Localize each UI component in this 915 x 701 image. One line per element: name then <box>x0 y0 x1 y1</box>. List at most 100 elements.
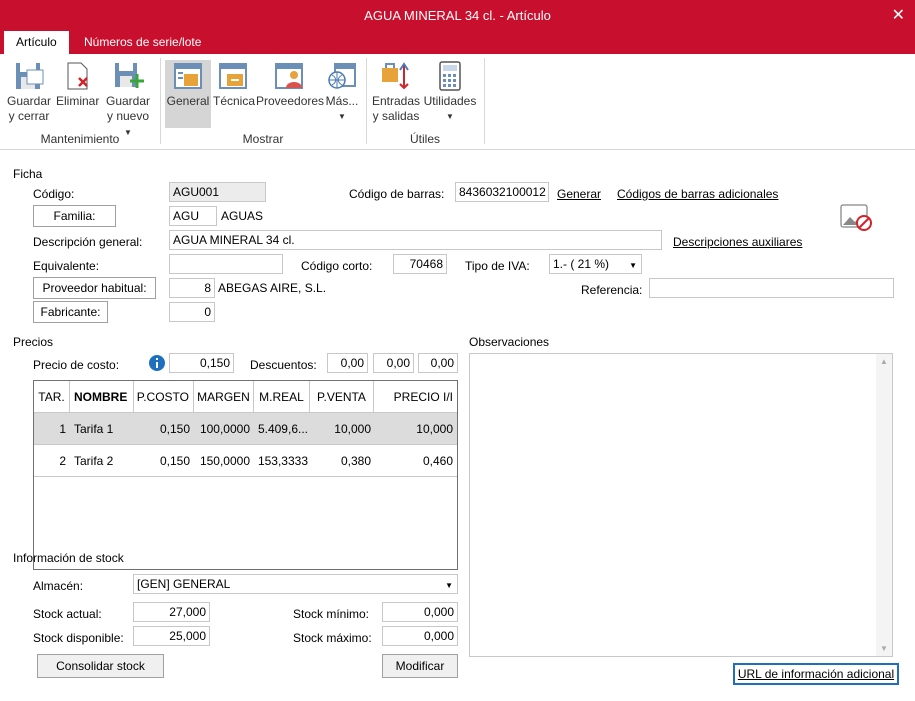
entradas-salidas-icon <box>380 60 412 92</box>
col-pcosto[interactable]: P.COSTO <box>134 381 194 413</box>
info-icon[interactable] <box>149 355 165 371</box>
save-new-button[interactable]: Guardar y nuevo ▼ <box>104 60 152 140</box>
scroll-up-icon[interactable]: ▲ <box>876 357 892 366</box>
barras-adicionales-link[interactable]: Códigos de barras adicionales <box>617 187 778 201</box>
cell-mreal: 153,3333 <box>257 454 308 468</box>
equivalente-field[interactable] <box>169 254 283 274</box>
globe-icon <box>326 60 358 92</box>
coste-field[interactable]: 0,150 <box>169 353 234 373</box>
proveedor-num-field[interactable]: 8 <box>169 278 215 298</box>
col-mreal[interactable]: M.REAL <box>254 381 310 413</box>
url-info-button[interactable]: URL de información adicional <box>733 663 899 685</box>
codigo-label: Código: <box>33 187 75 201</box>
familia-code-field[interactable]: AGU <box>169 206 217 226</box>
coste-label: Precio de costo: <box>33 358 120 372</box>
save-close-label-1: Guardar <box>6 94 52 108</box>
save-close-button[interactable]: Guardar y cerrar <box>6 60 52 124</box>
iva-value: 1.- ( 21 %) <box>553 257 610 271</box>
col-nombre[interactable]: NOMBRE <box>70 381 134 413</box>
col-margen[interactable]: MARGEN <box>194 381 254 413</box>
tarifas-table[interactable]: TAR. NOMBRE P.COSTO MARGEN M.REAL P.VENT… <box>33 380 458 570</box>
save-new-icon <box>112 60 144 92</box>
save-close-label-2: y cerrar <box>8 109 50 123</box>
entradas-label-2: y salidas <box>372 109 420 123</box>
table-row[interactable]: 2 Tarifa 2 0,150 150,0000 153,3333 0,380… <box>34 445 457 477</box>
close-icon[interactable]: ✕ <box>892 5 905 25</box>
cell-precio-ii: 0,460 <box>422 454 453 468</box>
observaciones-scrollbar[interactable]: ▲ ▼ <box>876 354 892 656</box>
consolidar-stock-button[interactable]: Consolidar stock <box>37 654 164 678</box>
proveedor-name: ABEGAS AIRE, S.L. <box>218 281 327 295</box>
observaciones-section-title: Observaciones <box>469 335 550 349</box>
precios-section-title: Precios <box>13 335 54 349</box>
save-close-icon <box>13 60 45 92</box>
cell-pcosto: 0,150 <box>159 422 190 436</box>
col-pventa[interactable]: P.VENTA <box>310 381 374 413</box>
barras-field[interactable]: 8436032100012 <box>455 182 549 202</box>
group-mostrar: Mostrar <box>242 132 284 146</box>
scroll-down-icon[interactable]: ▼ <box>876 644 892 653</box>
descuento-2-field[interactable]: 0,00 <box>373 353 414 373</box>
tecnica-button[interactable]: Técnica <box>213 60 255 109</box>
referencia-label: Referencia: <box>581 283 643 297</box>
descripciones-aux-link[interactable]: Descripciones auxiliares <box>673 235 802 249</box>
general-button[interactable]: General <box>165 60 211 128</box>
mas-button[interactable]: Más... ▼ <box>324 60 360 124</box>
descripcion-field[interactable]: AGUA MINERAL 34 cl. <box>169 230 662 250</box>
descuento-3-field[interactable]: 0,00 <box>418 353 458 373</box>
stock-section-title: Información de stock <box>13 551 124 565</box>
table-header: TAR. NOMBRE P.COSTO MARGEN M.REAL P.VENT… <box>34 381 457 413</box>
calculator-icon <box>434 60 466 92</box>
cell-nombre: Tarifa 2 <box>74 454 114 468</box>
familia-button[interactable]: Familia: <box>33 205 116 227</box>
fabricante-field[interactable]: 0 <box>169 302 215 322</box>
cell-tar: 2 <box>59 454 66 468</box>
table-row[interactable]: 1 Tarifa 1 0,150 100,0000 5.409,6... 10,… <box>34 413 457 445</box>
cell-pcosto: 0,150 <box>159 454 190 468</box>
fabricante-button[interactable]: Fabricante: <box>33 301 108 323</box>
stock-minimo-field[interactable]: 0,000 <box>382 602 458 622</box>
observaciones-textarea[interactable]: ▲ ▼ <box>469 353 893 657</box>
stock-actual-label: Stock actual: <box>33 607 102 621</box>
almacen-value: [GEN] GENERAL <box>137 577 231 591</box>
proveedores-label: Proveedores <box>256 94 325 108</box>
almacen-select[interactable]: [GEN] GENERAL ▼ <box>133 574 458 594</box>
stock-maximo-label: Stock máximo: <box>293 631 372 645</box>
referencia-field[interactable] <box>649 278 894 298</box>
group-mantenimiento: Mantenimiento <box>40 132 120 146</box>
tecnica-view-icon <box>217 60 249 92</box>
modificar-button[interactable]: Modificar <box>382 654 458 678</box>
delete-button[interactable]: Eliminar <box>56 60 99 109</box>
group-utiles: Útiles <box>409 132 440 146</box>
col-tar[interactable]: TAR. <box>34 381 70 413</box>
title-bar: AGUA MINERAL 34 cl. - Artículo ✕ <box>0 0 915 31</box>
stock-maximo-field[interactable]: 0,000 <box>382 626 458 646</box>
stock-minimo-label: Stock mínimo: <box>293 607 370 621</box>
image-placeholder-icon[interactable] <box>840 203 874 233</box>
utilidades-label: Utilidades <box>423 94 477 108</box>
iva-label: Tipo de IVA: <box>465 259 530 273</box>
tab-numeros-serie[interactable]: Números de serie/lote <box>72 31 213 54</box>
tab-bar: Artículo Números de serie/lote <box>0 31 915 54</box>
stock-actual-field[interactable]: 27,000 <box>133 602 210 622</box>
stock-disponible-field[interactable]: 25,000 <box>133 626 210 646</box>
mas-label: Más... <box>325 94 359 108</box>
generar-link[interactable]: Generar <box>557 187 601 201</box>
tab-articulo[interactable]: Artículo <box>4 31 69 54</box>
codigo-field[interactable]: AGU001 <box>169 182 266 202</box>
proveedores-icon <box>273 60 305 92</box>
entradas-label-1: Entradas <box>371 94 421 108</box>
general-label: General <box>166 94 210 108</box>
iva-select[interactable]: 1.- ( 21 %) ▼ <box>549 254 642 274</box>
descuento-1-field[interactable]: 0,00 <box>327 353 368 373</box>
codigo-corto-field[interactable]: 70468 <box>393 254 447 274</box>
cell-nombre: Tarifa 1 <box>74 422 114 436</box>
entradas-salidas-button[interactable]: Entradas y salidas <box>371 60 421 124</box>
cell-margen: 150,0000 <box>199 454 250 468</box>
ribbon-separator <box>484 58 485 144</box>
col-precio-ii[interactable]: PRECIO I/I <box>374 381 457 413</box>
proveedores-button[interactable]: Proveedores <box>256 60 325 109</box>
almacen-label: Almacén: <box>33 579 84 593</box>
proveedor-button[interactable]: Proveedor habitual: <box>33 277 156 299</box>
utilidades-button[interactable]: Utilidades ▼ <box>422 60 478 124</box>
